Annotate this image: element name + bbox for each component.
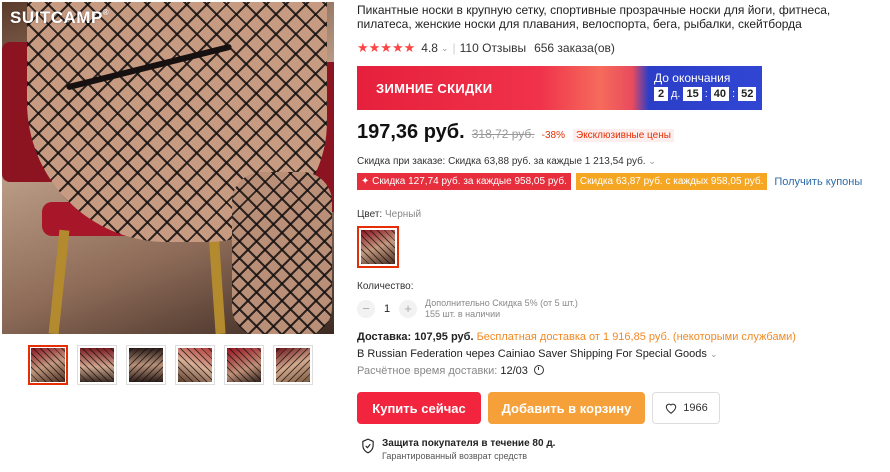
current-price: 197,36 руб.	[357, 121, 465, 143]
color-swatch-black[interactable]	[357, 226, 399, 268]
discount-badge: -38%	[541, 130, 565, 141]
color-label: Цвет: Черный	[357, 209, 422, 220]
price-row: 197,36 руб. 318,72 руб. -38% Эксклюзивны…	[357, 121, 887, 144]
quantity-increase-button[interactable]: +	[399, 300, 417, 318]
sale-banner: ЗИМНИЕ СКИДКИ До окончания 2 д. 15 : 40 …	[357, 66, 762, 110]
chevron-down-icon: ⌄	[648, 156, 656, 166]
countdown-colon: :	[704, 88, 708, 100]
orders-count: 656 заказа(ов)	[534, 41, 615, 55]
star-rating-icon: ★★★★★	[357, 40, 416, 55]
order-discount-note[interactable]: Скидка при заказе: Скидка 63,88 руб. за …	[357, 156, 887, 167]
countdown-timer: 2 д. 15 : 40 : 52	[654, 87, 757, 101]
chevron-down-icon: ⌄	[440, 42, 449, 53]
coupon-badge-1[interactable]: ✦ Скидка 127,74 руб. за каждые 958,05 ру…	[357, 173, 571, 190]
chevron-down-icon: ⌄	[709, 349, 718, 359]
protection-title: Защита покупателя в течение 80 д.	[382, 438, 556, 449]
thumbnail-strip	[28, 345, 313, 385]
stock-count: 155 шт. в наличии	[425, 309, 501, 319]
heart-icon	[666, 403, 677, 414]
buyer-protection: Защита покупателя в течение 80 д. Гарант…	[361, 438, 887, 462]
product-title: Пикантные носки в крупную сетку, спортив…	[357, 3, 831, 31]
product-details: Пикантные носки в крупную сетку, спортив…	[357, 0, 887, 462]
thumbnail[interactable]	[273, 345, 313, 385]
brand-watermark: SUITCAMP®	[10, 8, 110, 27]
old-price: 318,72 руб.	[471, 127, 535, 141]
thumbnail[interactable]	[28, 345, 68, 385]
thumbnail[interactable]	[175, 345, 215, 385]
thumbnail[interactable]	[224, 345, 264, 385]
color-value: Черный	[384, 209, 422, 220]
countdown-minutes: 40	[710, 87, 730, 101]
quantity-stepper: − 1 + Дополнительно Скидка 5% (от 5 шт.)…	[357, 298, 887, 320]
countdown-hours: 15	[683, 87, 702, 101]
add-to-cart-button[interactable]: Добавить в корзину	[488, 392, 645, 424]
coupon-row: ✦ Скидка 127,74 руб. за каждые 958,05 ру…	[357, 173, 887, 190]
countdown-days: 2	[654, 87, 668, 101]
eta-value: 12/03	[500, 365, 528, 377]
sale-label: ЗИМНИЕ СКИДКИ	[376, 80, 493, 96]
countdown-seconds: 52	[738, 87, 757, 101]
shipping-info: Доставка: 107,95 руб. Бесплатная доставк…	[357, 329, 887, 380]
free-shipping-note: Бесплатная доставка от 1 916,85 руб. (не…	[476, 331, 796, 343]
thumbnail[interactable]	[77, 345, 117, 385]
reviews-link[interactable]: 110 Отзывы	[460, 41, 526, 55]
sale-countdown: До окончания 2 д. 15 : 40 : 52	[654, 71, 757, 101]
rating-row: ★★★★★ 4.8 ⌄ | 110 Отзывы 656 заказа(ов)	[357, 40, 887, 56]
extra-discount-note: Дополнительно Скидка 5% (от 5 шт.)	[425, 298, 578, 308]
wishlist-button[interactable]: 1966	[652, 392, 720, 424]
image-fishnet-leg	[232, 172, 332, 334]
wishlist-count: 1966	[683, 402, 708, 414]
exclusive-price-badge: Эксклюзивные цены	[573, 129, 674, 142]
countdown-colon: :	[732, 88, 736, 100]
action-buttons: Купить сейчас Добавить в корзину 1966	[357, 392, 887, 424]
image-chair-leg	[48, 229, 70, 334]
divider: |	[452, 41, 456, 55]
thumbnail[interactable]	[126, 345, 166, 385]
countdown-days-unit: д.	[671, 88, 681, 100]
quantity-value[interactable]: 1	[375, 303, 399, 315]
quantity-info: Дополнительно Скидка 5% (от 5 шт.) 155 ш…	[425, 298, 578, 320]
quantity-decrease-button[interactable]: −	[357, 300, 375, 318]
shipping-cost: Доставка: 107,95 руб.	[357, 331, 474, 343]
rating-score[interactable]: 4.8	[421, 41, 438, 55]
shield-check-icon	[362, 438, 374, 454]
countdown-label: До окончания	[654, 71, 731, 85]
eta-label: Расчётное время доставки:	[357, 365, 498, 377]
coupon-badge-2[interactable]: Скидка 63,87 руб. с каждых 958,05 руб.	[575, 173, 768, 190]
image-chair-leg	[208, 229, 226, 334]
shipping-route[interactable]: В Russian Federation через Cainiao Saver…	[357, 346, 887, 363]
get-coupons-link[interactable]: Получить купоны	[774, 176, 862, 188]
buy-now-button[interactable]: Купить сейчас	[357, 392, 481, 424]
quantity-label: Количество:	[357, 281, 414, 292]
product-main-image[interactable]: SUITCAMP®	[2, 2, 334, 334]
protection-subtitle: Гарантированный возврат средств	[382, 451, 528, 461]
clock-icon[interactable]	[533, 365, 544, 375]
